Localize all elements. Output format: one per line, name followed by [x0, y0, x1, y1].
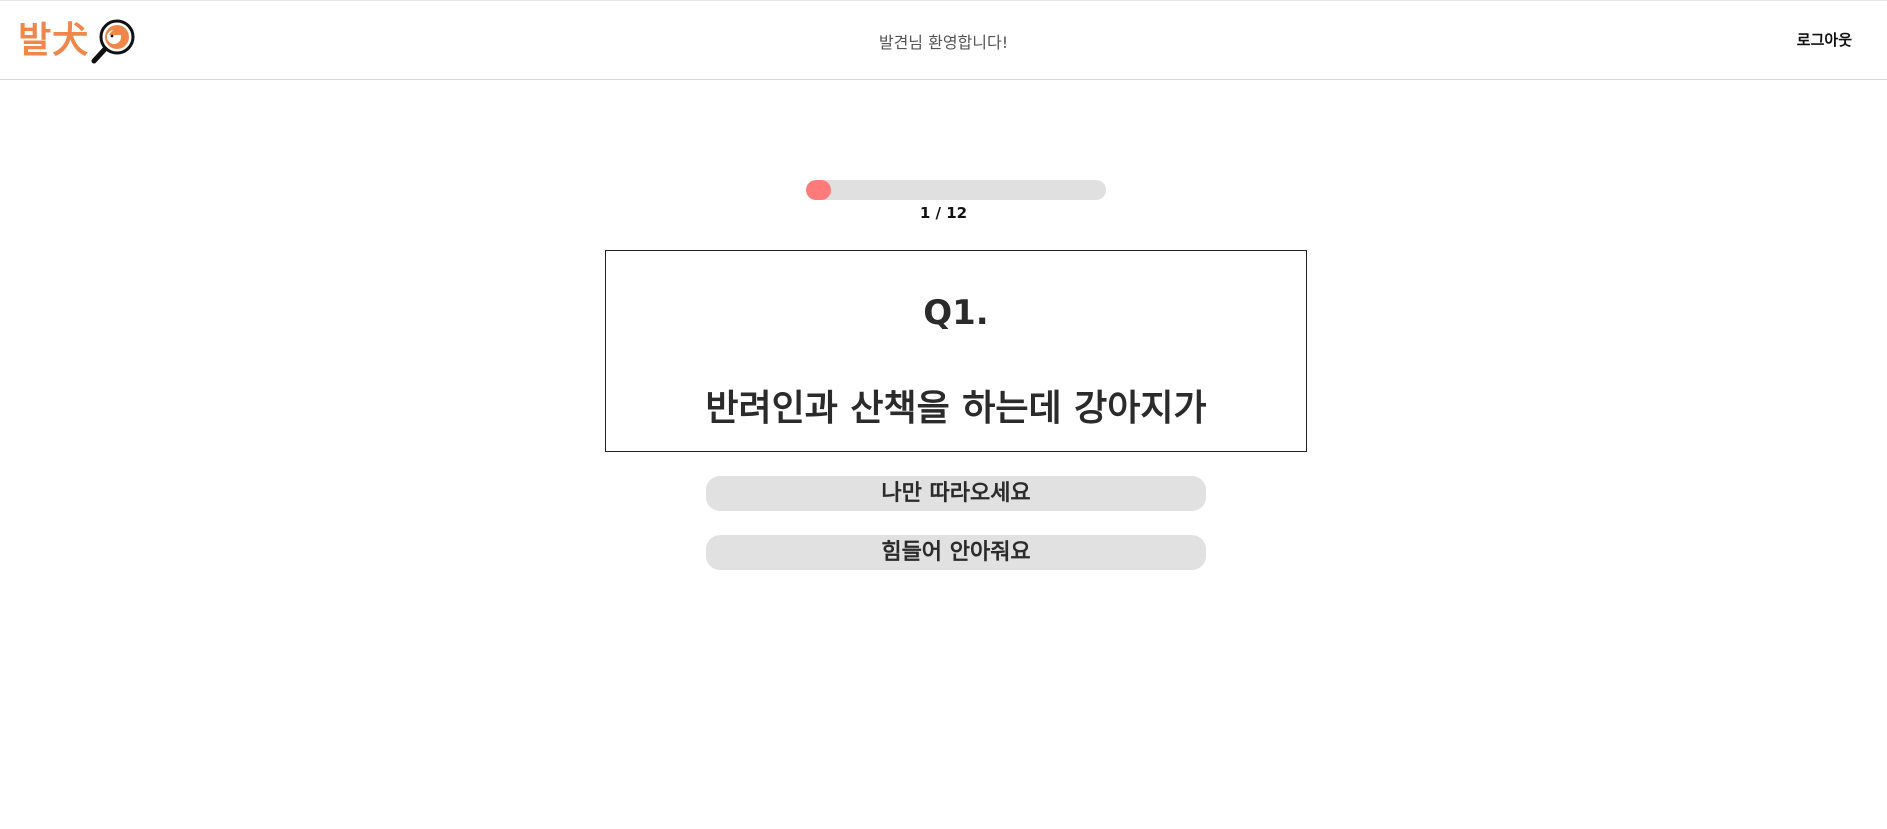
progress-fill: [806, 180, 831, 200]
progress-label: 1 / 12: [919, 204, 968, 222]
welcome-message: 발견님 환영합니다!: [878, 33, 1009, 52]
question-card: Q1. 반려인과 산책을 하는데 강아지가: [605, 250, 1307, 452]
question-text: 반려인과 산책을 하는데 강아지가: [705, 388, 1207, 429]
answer-button-1[interactable]: 나만 따라오세요: [706, 476, 1206, 511]
logout-button[interactable]: 로그아웃: [1797, 29, 1852, 50]
progress-bar: [806, 180, 1106, 200]
answer-button-2[interactable]: 힘들어 안아줘요: [706, 535, 1206, 570]
question-number: Q1.: [923, 293, 989, 333]
top-header: 발犬 발견님 환영합니다! 로그아웃: [0, 0, 1887, 80]
